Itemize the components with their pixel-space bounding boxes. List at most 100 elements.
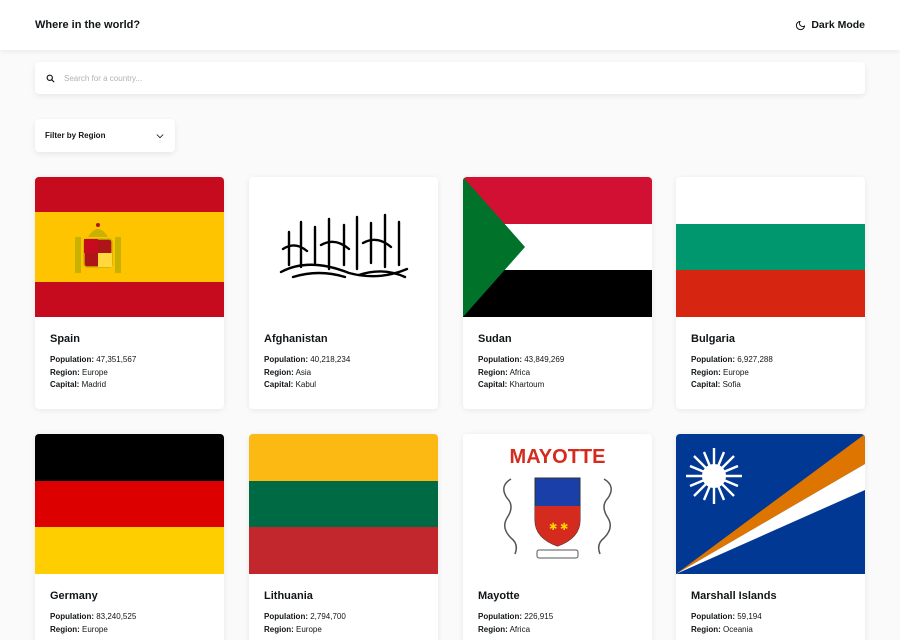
region-line: Region: Africa (478, 624, 637, 637)
country-name: Marshall Islands (691, 590, 777, 602)
region-value: Europe (723, 367, 749, 377)
svg-text:✱: ✱ (560, 522, 568, 533)
country-name: Lithuania (264, 590, 313, 602)
region-label: Region: (50, 624, 80, 634)
population-line: Population: 6,927,288 (691, 354, 850, 367)
dark-mode-toggle[interactable]: Dark Mode (795, 19, 865, 31)
country-card-bulgaria[interactable]: Bulgaria Population: 6,927,288 Region: E… (676, 177, 865, 409)
country-name: Germany (50, 590, 98, 602)
region-label: Region: (50, 367, 80, 377)
region-line: Region: Africa (478, 367, 637, 380)
capital-value: Khartoum (509, 380, 545, 389)
sudan-flag (463, 177, 652, 317)
population-line: Population: 43,849,269 (478, 354, 637, 367)
region-line: Region: Europe (50, 367, 209, 380)
capital-line: Capital: Khartoum (478, 379, 637, 392)
population-value: 40,218,234 (310, 355, 351, 364)
region-filter-dropdown[interactable]: Filter by Region (35, 119, 175, 152)
capital-label: Capital: (691, 380, 721, 389)
population-label: Population: (50, 355, 94, 364)
region-label: Region: (264, 367, 294, 377)
region-value: Europe (296, 624, 322, 634)
moon-icon (796, 20, 806, 30)
region-label: Region: (478, 624, 508, 634)
site-header: Where in the world? Dark Mode (0, 0, 900, 50)
chevron-down-icon (156, 133, 164, 138)
population-label: Population: (478, 355, 522, 364)
population-label: Population: (264, 355, 308, 364)
capital-value: Sofia (722, 380, 741, 389)
country-card-germany[interactable]: Germany Population: 83,240,525 Region: E… (35, 434, 224, 640)
population-line: Population: 2,794,700 (264, 611, 423, 624)
region-label: Region: (264, 624, 294, 634)
country-name: Mayotte (478, 590, 520, 602)
country-name: Spain (50, 333, 80, 345)
svg-text:✱: ✱ (549, 522, 557, 533)
country-card-spain[interactable]: Spain Population: 47,351,567 Region: Eur… (35, 177, 224, 409)
population-line: Population: 83,240,525 (50, 611, 209, 624)
country-card-mayotte[interactable]: MAYOTTE ✱ ✱ Mayotte Population: 226,915 … (463, 434, 652, 640)
region-filter-label: Filter by Region (45, 131, 106, 140)
capital-line: Capital: Madrid (50, 379, 209, 392)
capital-value: Kabul (295, 380, 317, 389)
region-value: Africa (509, 624, 531, 634)
region-label: Region: (478, 367, 508, 377)
region-line: Region: Europe (50, 624, 209, 637)
capital-label: Capital: (478, 380, 508, 389)
region-value: Europe (82, 624, 108, 634)
population-label: Population: (50, 612, 94, 621)
country-name: Sudan (478, 333, 512, 345)
region-value: Africa (509, 367, 531, 377)
region-value: Oceania (723, 624, 753, 634)
capital-line: Capital: Sofia (691, 379, 850, 392)
population-value: 6,927,288 (737, 355, 773, 364)
population-line: Population: 47,351,567 (50, 354, 209, 367)
search-icon (46, 74, 55, 82)
population-value: 226,915 (524, 612, 554, 621)
capital-line: Capital: Kabul (264, 379, 423, 392)
region-value: Asia (295, 367, 312, 377)
region-label: Region: (691, 367, 721, 377)
app-title: Where in the world? (35, 19, 141, 31)
flag-stripe (35, 177, 224, 212)
population-value: 83,240,525 (96, 612, 137, 621)
flag-stripe (35, 212, 224, 282)
country-name: Bulgaria (691, 333, 736, 345)
mayotte-flag-text: MAYOTTE (510, 446, 606, 468)
population-value: 47,351,567 (96, 355, 137, 364)
region-value: Europe (82, 367, 108, 377)
capital-label: Capital: (264, 380, 294, 389)
capital-label: Capital: (50, 380, 80, 389)
region-line: Region: Europe (264, 624, 423, 637)
search-input[interactable] (64, 73, 824, 83)
country-card-sudan[interactable]: Sudan Population: 43,849,269 Region: Afr… (463, 177, 652, 409)
country-card-afghanistan[interactable]: Afghanistan Population: 40,218,234 Regio… (249, 177, 438, 409)
population-label: Population: (264, 612, 308, 621)
dark-mode-label: Dark Mode (811, 19, 865, 31)
population-line: Population: 59,194 (691, 611, 850, 624)
lithuania-flag (249, 434, 438, 574)
population-value: 43,849,269 (524, 355, 565, 364)
mayotte-flag: MAYOTTE ✱ ✱ (463, 434, 652, 574)
spain-flag (35, 177, 224, 317)
capital-value: Madrid (81, 380, 107, 389)
population-value: 2,794,700 (310, 612, 346, 621)
germany-flag (35, 434, 224, 574)
population-line: Population: 226,915 (478, 611, 637, 624)
region-label: Region: (691, 624, 721, 634)
search-bar[interactable] (35, 62, 865, 94)
region-line: Region: Asia (264, 367, 423, 380)
country-card-lithuania[interactable]: Lithuania Population: 2,794,700 Region: … (249, 434, 438, 640)
population-label: Population: (691, 355, 735, 364)
population-label: Population: (478, 612, 522, 621)
afghanistan-flag (249, 177, 438, 317)
country-card-marshall-islands[interactable]: Marshall Islands Population: 59,194 Regi… (676, 434, 865, 640)
region-line: Region: Europe (691, 367, 850, 380)
bulgaria-flag (676, 177, 865, 317)
population-value: 59,194 (737, 612, 762, 621)
marshall-islands-flag (676, 434, 865, 574)
star-emblem (686, 448, 742, 504)
population-line: Population: 40,218,234 (264, 354, 423, 367)
flag-stripe (35, 282, 224, 317)
country-name: Afghanistan (264, 333, 328, 345)
